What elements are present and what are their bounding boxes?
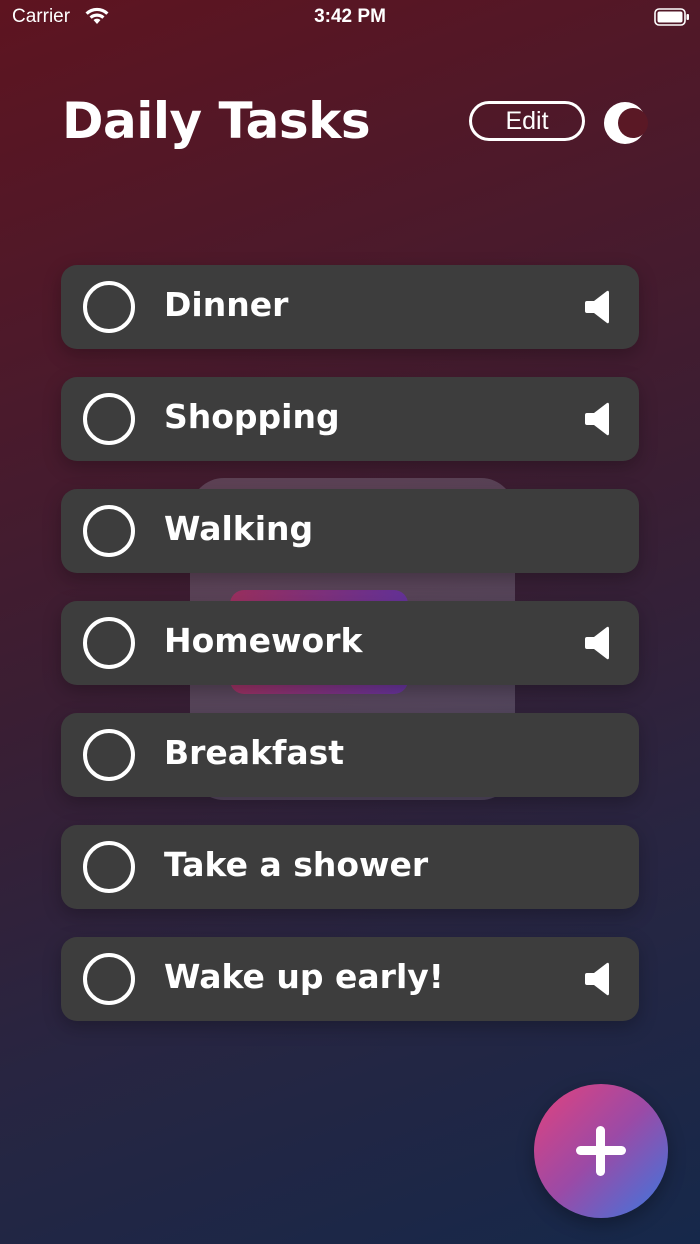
add-task-button[interactable] — [534, 1084, 668, 1218]
task-label: Shopping — [164, 397, 340, 436]
task-row[interactable]: Shopping — [61, 377, 639, 461]
task-checkbox[interactable] — [83, 729, 135, 781]
task-label: Walking — [164, 509, 314, 548]
speaker-icon[interactable] — [585, 626, 611, 660]
task-checkbox[interactable] — [83, 953, 135, 1005]
task-row[interactable]: Dinner — [61, 265, 639, 349]
task-row[interactable]: Breakfast — [61, 713, 639, 797]
task-label: Homework — [164, 621, 363, 660]
speaker-icon[interactable] — [585, 402, 611, 436]
page-title: Daily Tasks — [62, 92, 371, 150]
task-row[interactable]: Take a shower — [61, 825, 639, 909]
status-bar: Carrier 3:42 PM — [0, 0, 700, 36]
task-checkbox[interactable] — [83, 393, 135, 445]
task-checkbox[interactable] — [83, 281, 135, 333]
task-label: Breakfast — [164, 733, 345, 772]
plus-icon-vertical — [596, 1126, 605, 1176]
task-list: Dinner Shopping Walking Homework Breakfast Ta… — [61, 265, 639, 1049]
task-checkbox[interactable] — [83, 617, 135, 669]
task-label: Take a shower — [164, 845, 429, 884]
task-row[interactable]: Walking — [61, 489, 639, 573]
task-label: Dinner — [164, 285, 289, 324]
theme-toggle-button[interactable] — [604, 102, 648, 144]
battery-icon — [654, 8, 689, 26]
task-row[interactable]: Wake up early! — [61, 937, 639, 1021]
task-row[interactable]: Homework — [61, 601, 639, 685]
task-checkbox[interactable] — [83, 505, 135, 557]
task-label: Wake up early! — [164, 957, 444, 996]
speaker-icon[interactable] — [585, 962, 611, 996]
speaker-icon[interactable] — [585, 290, 611, 324]
status-time: 3:42 PM — [314, 6, 386, 27]
edit-button[interactable]: Edit — [469, 101, 585, 141]
moon-icon — [618, 108, 648, 138]
task-checkbox[interactable] — [83, 841, 135, 893]
